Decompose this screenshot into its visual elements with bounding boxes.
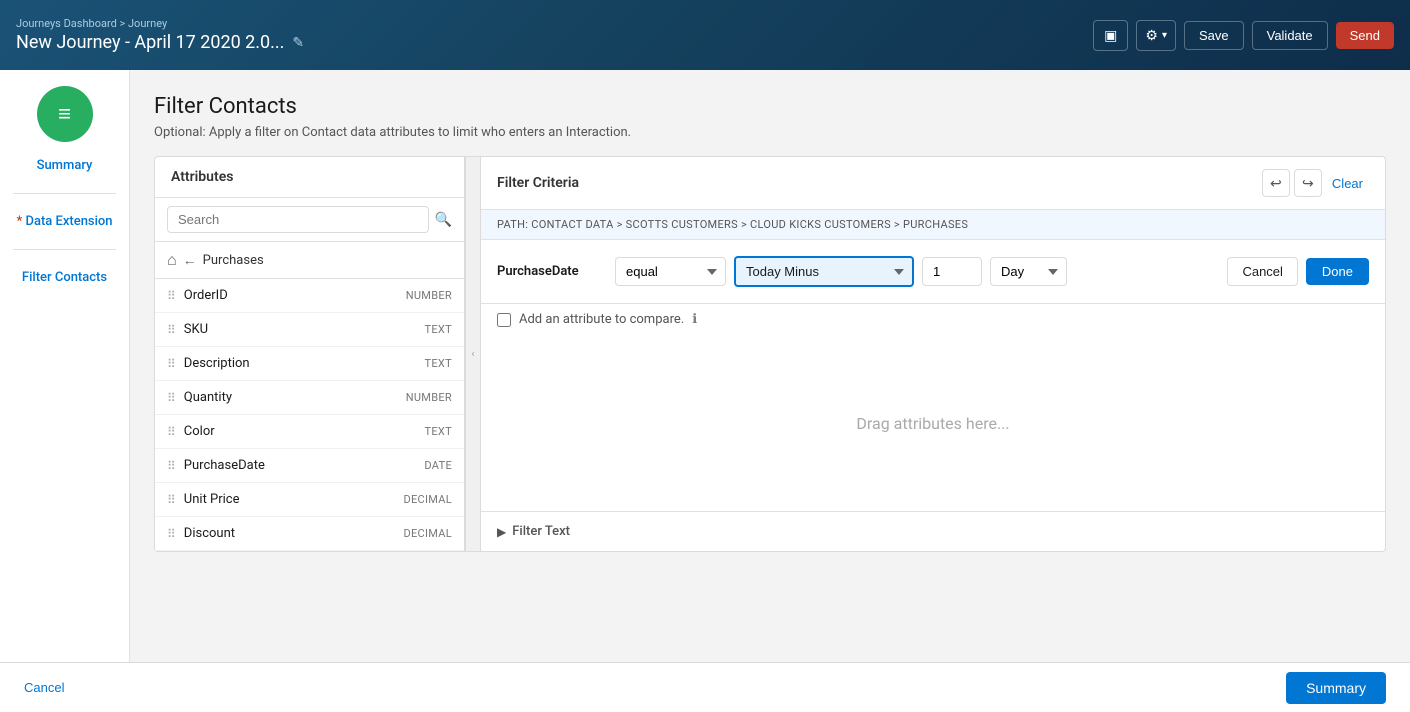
home-button[interactable]: ⌂ [167,250,177,270]
attr-type: DECIMAL [403,527,452,540]
add-attribute-row: Add an attribute to compare. ℹ [481,304,1385,335]
attr-name: OrderID [184,288,406,303]
filter-condition-row: PurchaseDate equal not equal less than g… [481,240,1385,304]
attributes-list: ⠿ OrderID NUMBER ⠿ SKU TEXT ⠿ Descriptio… [155,279,464,551]
attr-type: NUMBER [406,391,452,404]
attribute-list-item[interactable]: ⠿ Unit Price DECIMAL [155,483,464,517]
path-breadcrumb: PATH: CONTACT DATA > SCOTTS CUSTOMERS > … [481,210,1385,240]
attribute-list-item[interactable]: ⠿ Quantity NUMBER [155,381,464,415]
sidebar-app-icon: ≡ [37,86,93,142]
filter-criteria-header: Filter Criteria ↩ ↪ Clear [481,157,1385,210]
drag-handle-icon: ⠿ [167,459,176,473]
content-area: Filter Contacts Optional: Apply a filter… [130,70,1410,662]
sidebar-toggle-button[interactable]: ▣ [1093,20,1128,51]
validate-button[interactable]: Validate [1252,21,1328,50]
attributes-panel: Attributes 🔍 ⌂ ← Purchases ⠿ OrderID NUM… [155,157,465,551]
page-header: Filter Contacts Optional: Apply a filter… [154,94,1386,140]
unit-select[interactable]: Day Week Month Year [990,257,1067,286]
condition-field-label: PurchaseDate [497,264,607,279]
nav-row: ⌂ ← Purchases [155,242,464,279]
redo-button[interactable]: ↪ [1294,169,1322,197]
filter-criteria-actions: ↩ ↪ Clear [1262,169,1369,197]
drag-handle-icon: ⠿ [167,527,176,541]
attr-name: Discount [184,526,404,541]
drag-handle-icon: ⠿ [167,357,176,371]
save-button[interactable]: Save [1184,21,1244,50]
drag-handle-icon: ⠿ [167,493,176,507]
sidebar-item-filter-contacts[interactable]: Filter Contacts [0,262,129,293]
info-icon[interactable]: ℹ [692,312,697,327]
drag-drop-zone: Drag attributes here... [481,335,1385,511]
filter-text-label: Filter Text [512,524,570,539]
attr-type: TEXT [425,357,452,370]
attribute-list-item[interactable]: ⠿ PurchaseDate DATE [155,449,464,483]
attributes-panel-header: Attributes [155,157,464,198]
attr-name: Description [184,356,425,371]
bottom-cancel-button[interactable]: Cancel [24,674,64,701]
sidebar-item-summary[interactable]: Summary [0,150,129,181]
nav-title-group: Journeys Dashboard > Journey New Journey… [16,17,304,53]
collapse-handle[interactable]: ‹ [465,157,481,551]
attr-type: DATE [424,459,452,472]
search-row: 🔍 [155,198,464,242]
filter-criteria-panel: Filter Criteria ↩ ↪ Clear PATH: CONTACT … [481,157,1385,551]
summary-button[interactable]: Summary [1286,672,1386,704]
top-nav: Journeys Dashboard > Journey New Journey… [0,0,1410,70]
attribute-list-item[interactable]: ⠿ Description TEXT [155,347,464,381]
page-title-heading: Filter Contacts [154,94,1386,119]
attribute-list-item[interactable]: ⠿ Color TEXT [155,415,464,449]
settings-button[interactable]: ⚙ ▾ [1136,20,1176,51]
filter-text-row[interactable]: ▶ Filter Text [481,511,1385,551]
undo-button[interactable]: ↩ [1262,169,1290,197]
attr-name: SKU [184,322,425,337]
sidebar-divider-2 [13,249,116,250]
drag-handle-icon: ⠿ [167,323,176,337]
send-button[interactable]: Send [1336,22,1394,49]
attr-name: Unit Price [184,492,404,507]
sidebar: ≡ Summary * Data Extension Filter Contac… [0,70,130,662]
drag-handle-icon: ⠿ [167,425,176,439]
drag-handle-icon: ⠿ [167,289,176,303]
main-layout: ≡ Summary * Data Extension Filter Contac… [0,70,1410,662]
page-title-row: New Journey - April 17 2020 2.0... ✎ [16,32,304,53]
drag-handle-icon: ⠿ [167,391,176,405]
operator-select[interactable]: equal not equal less than greater than [615,257,726,286]
attribute-list-item[interactable]: ⠿ Discount DECIMAL [155,517,464,551]
nav-actions: ▣ ⚙ ▾ Save Validate Send [1093,20,1394,51]
add-attr-label: Add an attribute to compare. [519,312,684,327]
breadcrumb: Journeys Dashboard > Journey [16,17,304,30]
page-description: Optional: Apply a filter on Contact data… [154,125,1386,140]
sidebar-item-data-extension[interactable]: * Data Extension [0,206,129,237]
attribute-list-item[interactable]: ⠿ SKU TEXT [155,313,464,347]
attr-type: DECIMAL [403,493,452,506]
clear-button[interactable]: Clear [1326,172,1369,195]
search-icon[interactable]: 🔍 [435,212,452,228]
filter-text-chevron-icon: ▶ [497,525,506,539]
filter-panels: Attributes 🔍 ⌂ ← Purchases ⠿ OrderID NUM… [154,156,1386,552]
attr-name: Color [184,424,425,439]
number-input[interactable] [922,257,982,286]
attr-type: TEXT [425,425,452,438]
attr-type: NUMBER [406,289,452,302]
attribute-list-item[interactable]: ⠿ OrderID NUMBER [155,279,464,313]
value-option-select[interactable]: Today Minus Today Plus Today Exact Date [734,256,914,287]
folder-name: Purchases [203,253,264,268]
search-input[interactable] [167,206,429,233]
add-attr-checkbox[interactable] [497,313,511,327]
attr-type: TEXT [425,323,452,336]
attr-name: PurchaseDate [184,458,425,473]
bottom-bar: Cancel Summary [0,662,1410,712]
attr-name: Quantity [184,390,406,405]
breadcrumb-journeys[interactable]: Journeys Dashboard > Journey [16,17,167,30]
condition-done-button[interactable]: Done [1306,258,1369,285]
back-button[interactable]: ← [183,252,197,269]
page-title: New Journey - April 17 2020 2.0... [16,32,284,53]
filter-criteria-title: Filter Criteria [497,175,579,191]
grid-icon: ≡ [58,101,71,127]
sidebar-divider [13,193,116,194]
edit-icon[interactable]: ✎ [292,35,304,51]
condition-cancel-button[interactable]: Cancel [1227,257,1297,286]
